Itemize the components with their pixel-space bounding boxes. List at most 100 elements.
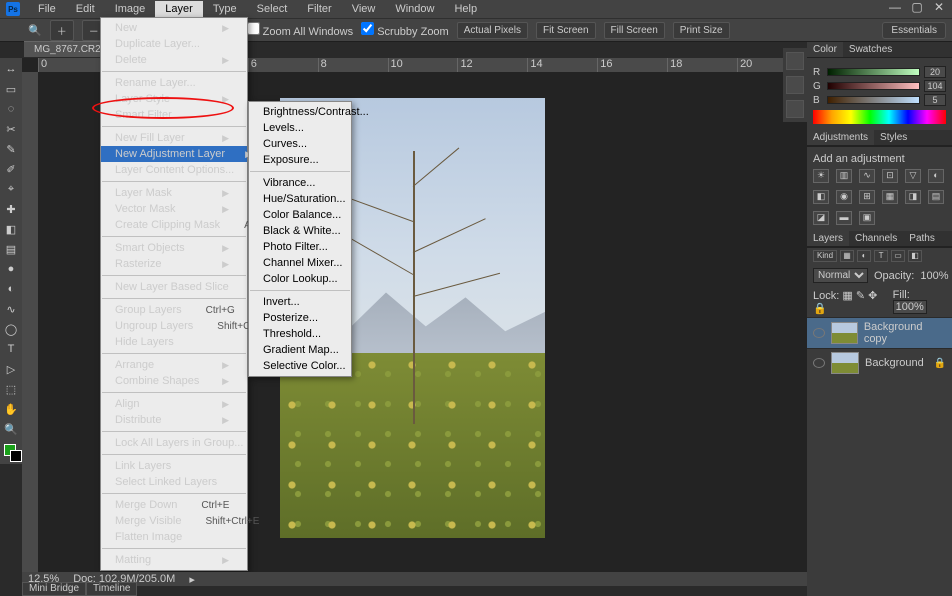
tab-color[interactable]: Color [807,42,843,57]
tool-marquee[interactable]: ▭ [2,80,20,98]
menu-item-create-clipping-mask[interactable]: Create Clipping MaskAlt+Ctrl+G [101,217,247,233]
submenu-item-color-balance-[interactable]: Color Balance... [249,207,351,223]
lock-transparent-icon[interactable]: ▦ [842,290,852,302]
tool-clone[interactable]: ✚ [2,200,20,218]
layer-item[interactable]: Background 🔒 [807,348,952,377]
adj-exposure-icon[interactable]: ⊡ [882,169,898,183]
submenu-item-curves-[interactable]: Curves... [249,136,351,152]
adj-photo-filter-icon[interactable]: ◉ [836,190,852,204]
menu-filter[interactable]: Filter [297,1,341,17]
btn-fill-screen[interactable]: Fill Screen [604,22,665,39]
tool-eyedropper[interactable]: ✎ [2,140,20,158]
submenu-item-vibrance-[interactable]: Vibrance... [249,175,351,191]
menu-image[interactable]: Image [105,1,156,17]
menu-item-merge-down[interactable]: Merge DownCtrl+E [101,497,247,513]
adj-gradient-icon[interactable]: ▬ [836,211,852,225]
tool-crop[interactable]: ✂ [2,120,20,138]
tool-brush[interactable]: ✐ [2,160,20,178]
fill-field[interactable]: 100% [893,300,927,314]
submenu-item-photo-filter-[interactable]: Photo Filter... [249,239,351,255]
btn-print-size[interactable]: Print Size [673,22,730,39]
status-arrow-icon[interactable]: ▸ [189,573,195,586]
submenu-item-threshold-[interactable]: Threshold... [249,326,351,342]
submenu-item-black-white-[interactable]: Black & White... [249,223,351,239]
submenu-item-brightness-contrast-[interactable]: Brightness/Contrast... [249,104,351,120]
tool-gradient[interactable]: ◧ [2,220,20,238]
menu-edit[interactable]: Edit [66,1,105,17]
submenu-item-posterize-[interactable]: Posterize... [249,310,351,326]
menu-item-flatten-image[interactable]: Flatten Image [101,529,247,545]
menu-item-rasterize[interactable]: Rasterize▶ [101,256,247,272]
blend-mode[interactable]: Normal [813,268,868,283]
tab-styles[interactable]: Styles [874,130,913,145]
menu-help[interactable]: Help [444,1,487,17]
tool-shape[interactable]: ⬚ [2,380,20,398]
dock-history-icon[interactable] [786,52,804,70]
tool-ellipse[interactable]: ◯ [2,320,20,338]
tool-blur[interactable]: ● [2,260,20,278]
filter-kind[interactable]: Kind [813,250,837,262]
tool-dodge[interactable]: ◐ [2,280,20,298]
zoom-in-mode[interactable]: ＋ [50,20,74,41]
filter-adjust-icon[interactable]: ◐ [857,250,871,262]
tool-move[interactable]: ↔ [2,60,20,78]
lock-all-icon[interactable]: 🔒 [813,303,827,315]
menu-item-rename-layer-[interactable]: Rename Layer... [101,75,247,91]
opt-scrubby[interactable]: Scrubby Zoom [361,22,449,38]
tab-timeline[interactable]: Timeline [86,582,137,596]
visibility-icon[interactable] [813,358,825,368]
hue-ramp[interactable] [813,110,946,124]
submenu-item-color-lookup-[interactable]: Color Lookup... [249,271,351,287]
submenu-item-exposure-[interactable]: Exposure... [249,152,351,168]
menu-type[interactable]: Type [203,1,247,17]
menu-view[interactable]: View [342,1,386,17]
tool-zoom[interactable]: 🔍 [2,420,20,438]
filter-smart-icon[interactable]: ◧ [908,250,922,262]
maximize-icon[interactable]: ▢ [908,0,926,14]
slider-g[interactable]: G104 [813,80,946,92]
minimize-icon[interactable]: — [886,0,904,14]
fg-bg-swatch[interactable] [2,444,20,462]
menu-item-vector-mask[interactable]: Vector Mask▶ [101,201,247,217]
slider-b[interactable]: B5 [813,94,946,106]
menu-item-matting[interactable]: Matting▶ [101,552,247,568]
adj-vibrance-icon[interactable]: ▽ [905,169,921,183]
tab-layers[interactable]: Layers [807,231,849,246]
menu-item-layer-style[interactable]: Layer Style▶ [101,91,247,107]
tool-healing[interactable]: ⌖ [2,180,20,198]
adj-curves-icon[interactable]: ∿ [859,169,875,183]
dock-actions-icon[interactable] [786,76,804,94]
tab-paths[interactable]: Paths [903,231,941,246]
adj-invert-icon[interactable]: ◨ [905,190,921,204]
adj-threshold-icon[interactable]: ◪ [813,211,829,225]
tool-path[interactable]: ▷ [2,360,20,378]
adj-posterize-icon[interactable]: ▤ [928,190,944,204]
adj-brightness-icon[interactable]: ☀ [813,169,829,183]
menu-item-arrange[interactable]: Arrange▶ [101,357,247,373]
menu-item-delete[interactable]: Delete▶ [101,52,247,68]
btn-actual-pixels[interactable]: Actual Pixels [457,22,528,39]
workspace-switcher[interactable]: Essentials [882,22,946,39]
tool-pen[interactable]: ∿ [2,300,20,318]
tab-swatches[interactable]: Swatches [843,42,898,57]
layer-item[interactable]: Background copy [807,317,952,348]
visibility-icon[interactable] [813,328,825,338]
menu-item-duplicate-layer-[interactable]: Duplicate Layer... [101,36,247,52]
submenu-item-gradient-map-[interactable]: Gradient Map... [249,342,351,358]
menu-item-hide-layers[interactable]: Hide Layers [101,334,247,350]
tab-mini-bridge[interactable]: Mini Bridge [22,582,86,596]
slider-r[interactable]: R20 [813,66,946,78]
menu-item-merge-visible[interactable]: Merge VisibleShift+Ctrl+E [101,513,247,529]
adj-lookup-icon[interactable]: ▦ [882,190,898,204]
menu-item-group-layers[interactable]: Group LayersCtrl+G [101,302,247,318]
menu-layer[interactable]: Layer [155,1,203,17]
menu-window[interactable]: Window [385,1,444,17]
submenu-item-channel-mixer-[interactable]: Channel Mixer... [249,255,351,271]
adj-bw-icon[interactable]: ◧ [813,190,829,204]
tab-adjustments[interactable]: Adjustments [807,130,874,145]
submenu-item-hue-saturation-[interactable]: Hue/Saturation... [249,191,351,207]
submenu-item-levels-[interactable]: Levels... [249,120,351,136]
submenu-item-selective-color-[interactable]: Selective Color... [249,358,351,374]
lock-position-icon[interactable]: ✥ [868,290,877,302]
menu-item-new[interactable]: New▶ [101,20,247,36]
